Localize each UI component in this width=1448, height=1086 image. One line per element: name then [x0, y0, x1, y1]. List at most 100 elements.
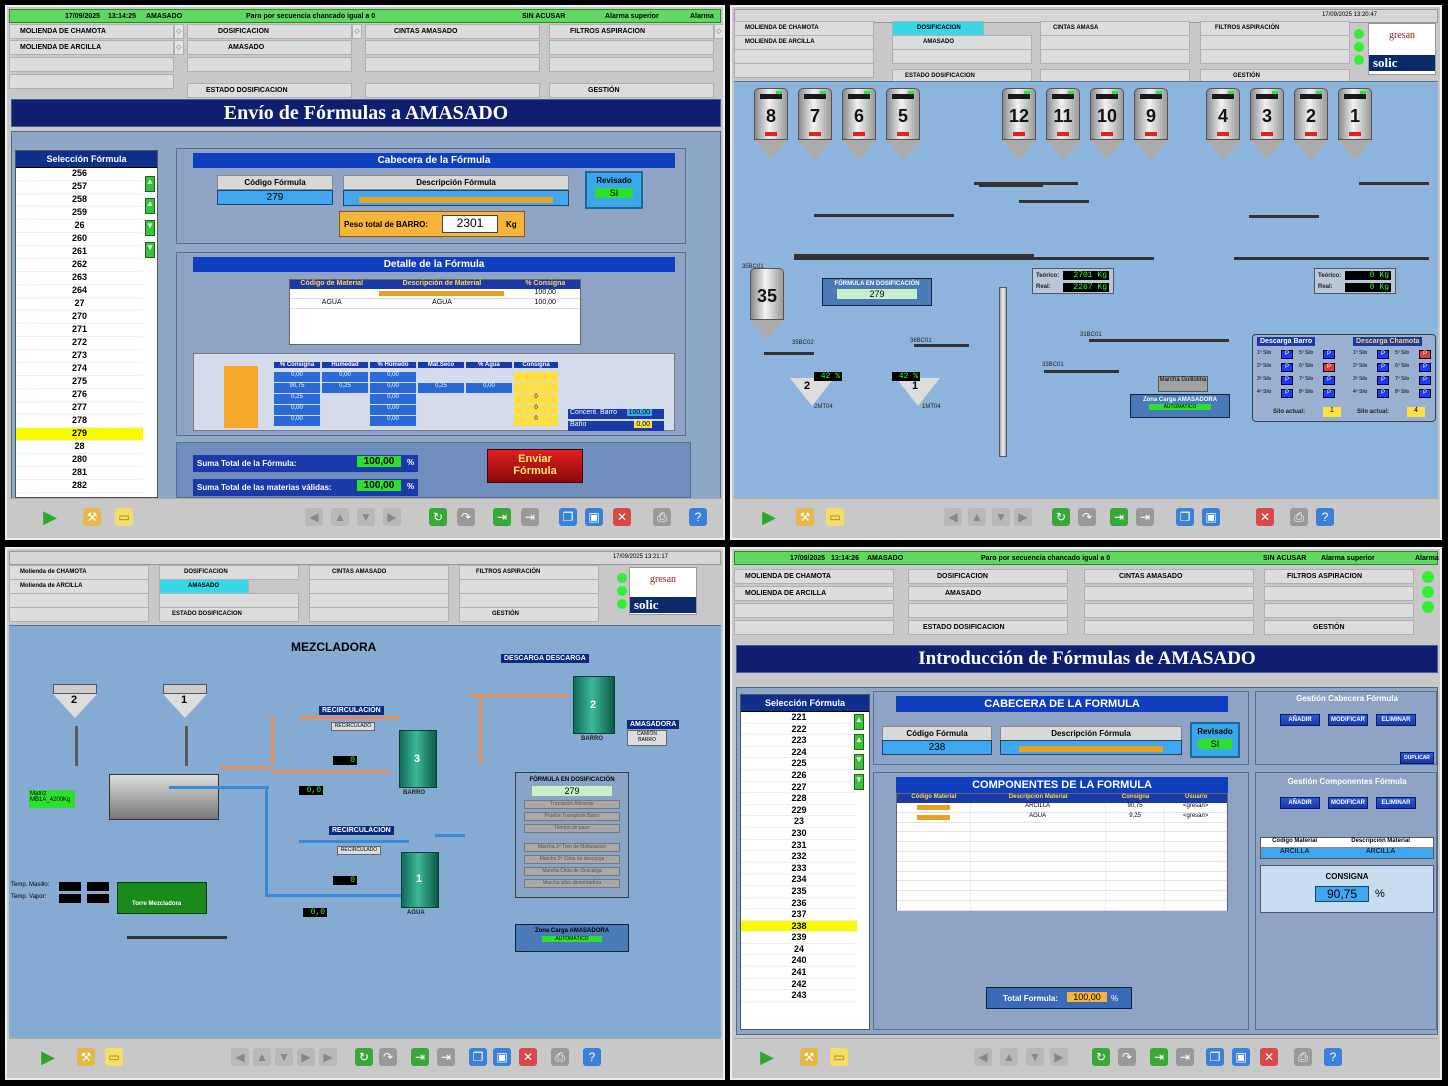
down-icon[interactable]: ▼ [275, 1048, 293, 1066]
status-ack[interactable]: SIN ACUSAR [522, 13, 565, 20]
down-icon[interactable]: ▼ [1026, 1048, 1044, 1066]
list-item[interactable]: 224 [741, 747, 857, 759]
menu-cintas-amasado[interactable]: CINTAS AMASADO [365, 24, 540, 39]
list-item[interactable]: 27 [16, 298, 143, 311]
duplicar-button[interactable]: DUPLICAR [1400, 752, 1434, 764]
chevron-icon[interactable]: ◇ [714, 24, 723, 39]
menu-estado-dosificacion[interactable]: ESTADO DOSIFICACION [908, 620, 1068, 635]
back-icon[interactable]: ◀ [974, 1048, 992, 1066]
help-icon[interactable]: ? [1316, 508, 1334, 526]
list-item[interactable]: 229 [741, 805, 857, 817]
last-icon[interactable]: ▶ [319, 1048, 337, 1066]
refresh-icon[interactable]: ↻ [1052, 508, 1070, 526]
list-item[interactable]: 24 [741, 944, 857, 956]
silo-toggle-button[interactable]: P [1377, 389, 1389, 398]
anadir-componente-button[interactable]: AÑADIR [1280, 797, 1320, 809]
play-icon[interactable]: ▶ [39, 1048, 57, 1066]
redo-icon[interactable]: ↷ [457, 508, 475, 526]
menu-gestion[interactable]: GESTIÓN [1264, 620, 1414, 635]
back-icon[interactable]: ◀ [305, 508, 323, 526]
menu-molienda-chamota[interactable]: MOLIENDA DE CHAMOTA [9, 24, 174, 39]
export-icon[interactable]: ⇥ [1176, 1048, 1194, 1066]
scroll-up-icon[interactable]: ▲ [854, 734, 864, 750]
list-item[interactable]: 28 [16, 441, 143, 454]
refresh-icon[interactable]: ↻ [429, 508, 447, 526]
forward-icon[interactable]: ▶ [297, 1048, 315, 1066]
silo-toggle-button[interactable]: P [1377, 363, 1389, 372]
forward-icon[interactable]: ▶ [1014, 508, 1032, 526]
list-item[interactable]: 264 [16, 285, 143, 298]
menu-molienda-arcilla[interactable]: Molienda de ARCILLA [9, 579, 149, 594]
modificar-cabecera-button[interactable]: MODIFICAR [1328, 714, 1368, 726]
list-item[interactable]: 222 [741, 724, 857, 736]
anadir-cabecera-button[interactable]: AÑADIR [1280, 714, 1320, 726]
list-item[interactable]: 225 [741, 758, 857, 770]
menu-gestion[interactable]: GESTIÓN [549, 83, 714, 98]
export-icon[interactable]: ⇥ [1136, 508, 1154, 526]
list-item[interactable]: 271 [16, 324, 143, 337]
chevron-icon[interactable]: ◇ [352, 24, 362, 39]
silo-toggle-button[interactable]: P [1419, 363, 1431, 372]
play-icon[interactable]: ▶ [760, 508, 778, 526]
silo-toggle-button[interactable]: P [1377, 350, 1389, 359]
list-item[interactable]: 279 [16, 428, 143, 441]
table-row[interactable]: AGUA 9,25 <gresan> [897, 812, 1227, 823]
chevron-icon[interactable]: ◇ [174, 40, 184, 55]
list-item[interactable]: 226 [741, 770, 857, 782]
silo-toggle-button[interactable]: P [1323, 363, 1335, 372]
menu-filtros-aspiracion[interactable]: FILTROS ASPIRACIÓN [1200, 21, 1350, 36]
folder-icon[interactable]: ▭ [105, 1048, 123, 1066]
formula-list[interactable]: Selección Fórmula 256 257 258 259 26 260 261 26… [15, 150, 158, 498]
silo-toggle-button[interactable]: P [1419, 389, 1431, 398]
menu-amasado[interactable]: AMASADO [892, 35, 1032, 50]
forward-icon[interactable]: ▶ [383, 508, 401, 526]
list-item[interactable]: 278 [16, 415, 143, 428]
list-item[interactable]: 277 [16, 402, 143, 415]
table-row[interactable] [897, 900, 1227, 911]
list-item[interactable]: 237 [741, 909, 857, 921]
scroll-bottom-icon[interactable]: ▼ [145, 242, 155, 258]
delete-icon[interactable]: ✕ [1260, 1048, 1278, 1066]
refresh-icon[interactable]: ↻ [1092, 1048, 1110, 1066]
camion-button[interactable]: CAMIÓN BARRO [627, 730, 667, 746]
import-icon[interactable]: ⇥ [411, 1048, 429, 1066]
table-row[interactable]: ARCILLA 90,75 <gresan> [897, 803, 1227, 813]
folder-icon[interactable]: ▭ [115, 508, 133, 526]
list-item[interactable]: 256 [16, 168, 143, 181]
list-item[interactable]: 241 [741, 967, 857, 979]
list-item[interactable]: 259 [16, 207, 143, 220]
menu-molienda-arcilla[interactable]: MOLIENDA DE ARCILLA [9, 40, 174, 55]
help-icon[interactable]: ? [1324, 1048, 1342, 1066]
table-row[interactable] [897, 842, 1227, 852]
delete-icon[interactable]: ✕ [519, 1048, 537, 1066]
scroll-down-icon[interactable]: ▼ [145, 220, 155, 236]
tool-icon[interactable]: ⚒ [800, 1048, 818, 1066]
sequence-step[interactable]: Marcha 2ª Cinta de descarga [524, 855, 620, 864]
list-item[interactable]: 257 [16, 181, 143, 194]
print-icon[interactable]: ⎙ [653, 508, 671, 526]
print-icon[interactable]: ⎙ [551, 1048, 569, 1066]
scroll-down-icon[interactable]: ▼ [854, 754, 864, 770]
menu-cintas-amasado[interactable]: CINTAS AMASADO [1084, 569, 1254, 584]
list-item[interactable]: 276 [16, 389, 143, 402]
menu-amasado[interactable]: AMASADO [159, 579, 249, 594]
list-item[interactable]: 227 [741, 782, 857, 794]
menu-amasado[interactable]: AMASADO [908, 586, 1068, 601]
list-item[interactable]: 261 [16, 246, 143, 259]
import-icon[interactable]: ⇥ [493, 508, 511, 526]
menu-estado-dosificacion[interactable]: ESTADO DOSIFICACION [187, 83, 352, 98]
list-item[interactable]: 270 [16, 311, 143, 324]
back-icon[interactable]: ◀ [944, 508, 962, 526]
revisado-value[interactable]: SI [595, 188, 633, 198]
recirculado-button[interactable]: RECIRCULADO [331, 722, 375, 731]
up-icon[interactable]: ▲ [968, 508, 986, 526]
list-item[interactable]: 236 [741, 898, 857, 910]
silo-toggle-button[interactable]: P [1419, 350, 1431, 359]
redo-icon[interactable]: ↷ [1078, 508, 1096, 526]
list-item[interactable]: 258 [16, 194, 143, 207]
list-item[interactable]: 281 [16, 467, 143, 480]
tool-icon[interactable]: ⚒ [796, 508, 814, 526]
print-icon[interactable]: ⎙ [1294, 1048, 1312, 1066]
table-row[interactable] [897, 832, 1227, 843]
print-icon[interactable]: ⎙ [1290, 508, 1308, 526]
